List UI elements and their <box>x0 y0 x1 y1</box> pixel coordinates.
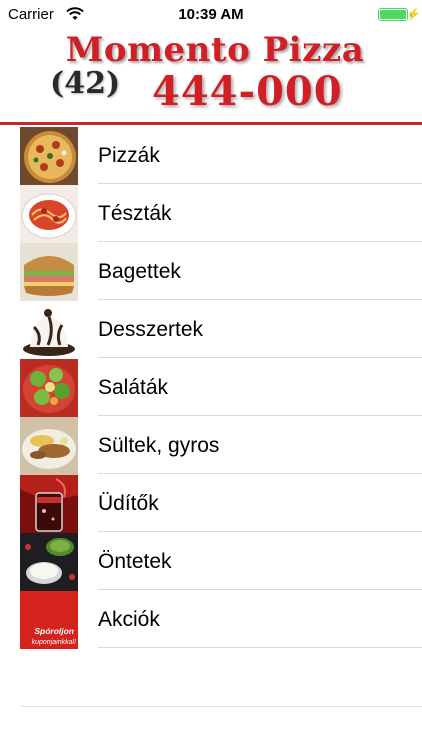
menu-item-desszertek[interactable]: Desszertek <box>0 300 422 359</box>
list-empty-row-divider <box>20 706 422 707</box>
menu-item-salatak[interactable]: Saláták <box>0 358 422 417</box>
promo-line-1: Spóroljon <box>34 626 74 636</box>
salad-icon <box>20 359 78 417</box>
pizza-icon <box>20 127 78 185</box>
promo-icon: Spóroljon kuponjainkkal! <box>20 591 78 649</box>
header-divider <box>0 122 422 125</box>
menu-item-label: Tészták <box>98 202 172 225</box>
charging-icon: ⚡ <box>406 7 421 21</box>
menu-item-label: Üdítők <box>98 492 159 515</box>
baguette-icon <box>20 243 78 301</box>
menu-item-sultek-gyros[interactable]: Sültek, gyros <box>0 416 422 475</box>
roast-icon <box>20 417 78 475</box>
promo-line-2: kuponjainkkal! <box>32 639 76 646</box>
menu-item-label: Akciók <box>98 608 160 631</box>
menu-item-akciok[interactable]: Spóroljon kuponjainkkal! Akciók <box>0 590 422 649</box>
menu-item-ontetek[interactable]: Öntetek <box>0 532 422 591</box>
menu-item-label: Saláták <box>98 376 169 399</box>
status-bar: Carrier 10:39 AM ⚡ <box>0 0 422 28</box>
drink-icon <box>20 475 78 533</box>
clock: 10:39 AM <box>178 6 244 23</box>
menu-item-pizzak[interactable]: Pizzák <box>0 126 422 185</box>
app-header: Momento Pizza (42) 444-000 <box>0 28 422 124</box>
menu-item-label: Öntetek <box>98 550 172 573</box>
pasta-icon <box>20 185 78 243</box>
logo-phone-number[interactable]: 444-000 <box>152 68 343 115</box>
menu-item-label: Sültek, gyros <box>98 434 220 457</box>
logo-title: Momento Pizza <box>65 30 365 70</box>
sauce-icon <box>20 533 78 591</box>
menu-item-label: Bagettek <box>98 260 181 283</box>
logo-area-code: (42) <box>50 66 121 101</box>
menu-item-uditok[interactable]: Üdítők <box>0 474 422 533</box>
dessert-icon <box>20 301 78 359</box>
menu-item-label: Desszertek <box>98 318 204 341</box>
menu-item-bagettek[interactable]: Bagettek <box>0 242 422 301</box>
battery-icon <box>378 8 408 21</box>
menu-list: Pizzák Tészták Bagettek Desszertek Salát… <box>0 126 422 649</box>
menu-item-label: Pizzák <box>98 144 160 167</box>
menu-item-tesztak[interactable]: Tészták <box>0 184 422 243</box>
